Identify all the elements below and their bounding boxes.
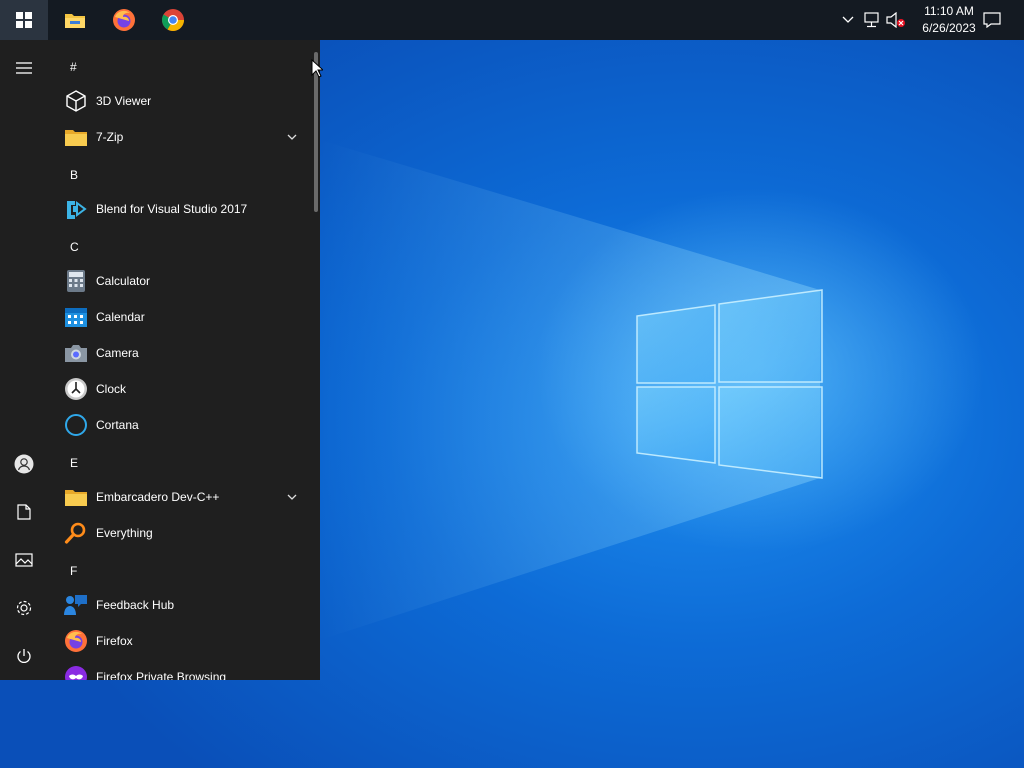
app-label: Calendar — [96, 310, 145, 324]
app-item-everything[interactable]: Everything — [56, 515, 306, 551]
calculator-icon — [64, 269, 88, 293]
pictures-button[interactable] — [0, 536, 48, 584]
chrome-icon — [162, 9, 184, 31]
account-button[interactable] — [0, 440, 48, 488]
app-item-blend[interactable]: Blend for Visual Studio 2017 — [56, 191, 306, 227]
app-label: Calculator — [96, 274, 151, 288]
pictures-icon — [15, 553, 33, 567]
folder-icon — [64, 125, 88, 149]
documents-icon — [17, 504, 31, 520]
app-label: 7-Zip — [96, 130, 124, 144]
volume-muted-icon — [886, 12, 905, 28]
settings-button[interactable] — [0, 584, 48, 632]
power-icon — [17, 649, 31, 663]
app-item-3d-viewer[interactable]: 3D Viewer — [56, 83, 306, 119]
feedback-icon — [64, 593, 88, 617]
taskbar-clock[interactable]: 11:10 AM 6/26/2023 — [904, 3, 994, 37]
network-button[interactable] — [862, 10, 882, 30]
power-button[interactable] — [0, 632, 48, 680]
app-label: Camera — [96, 346, 139, 360]
app-item-firefox-private-browsing[interactable]: Firefox Private Browsing — [56, 659, 306, 680]
app-label: Everything — [96, 526, 153, 540]
cube-icon — [64, 89, 88, 113]
volume-button[interactable] — [886, 10, 906, 30]
group-header-c[interactable]: C — [70, 240, 79, 254]
user-icon — [14, 454, 34, 474]
firefox-private-icon — [64, 665, 88, 680]
group-header-e[interactable]: E — [70, 456, 78, 470]
clock-icon — [64, 377, 88, 401]
chevron-down-icon — [842, 16, 854, 23]
start-button[interactable] — [0, 0, 48, 40]
firefox-icon — [64, 629, 88, 653]
folder-icon — [65, 14, 85, 28]
group-header-hash[interactable]: # — [70, 60, 77, 74]
chevron-down-icon — [287, 494, 297, 500]
mouse-cursor-icon — [311, 59, 323, 78]
folder-icon — [64, 485, 88, 509]
app-item-cortana[interactable]: Cortana — [56, 407, 306, 443]
app-label: Blend for Visual Studio 2017 — [96, 202, 248, 216]
network-icon — [864, 12, 879, 28]
documents-button[interactable] — [0, 488, 48, 536]
blend-icon — [64, 197, 88, 221]
expand-menu-button[interactable] — [0, 44, 48, 92]
app-item-embarcadero-dev-cpp[interactable]: Embarcadero Dev-C++ — [56, 479, 306, 515]
app-item-7-zip[interactable]: 7-Zip — [56, 119, 306, 155]
clock-time: 11:10 AM — [924, 4, 974, 18]
app-item-firefox[interactable]: Firefox — [56, 623, 306, 659]
start-menu-rail — [0, 40, 48, 680]
group-header-f[interactable]: F — [70, 564, 77, 578]
app-list: # 3D Viewer 7-Zip B Blend for Visual Stu… — [56, 40, 310, 680]
app-item-clock[interactable]: Clock — [56, 371, 306, 407]
app-label: Firefox — [96, 634, 133, 648]
calendar-icon — [64, 305, 88, 329]
windows-logo-icon — [16, 12, 32, 28]
group-header-b[interactable]: B — [70, 168, 78, 182]
app-item-calculator[interactable]: Calculator — [56, 263, 306, 299]
camera-icon — [64, 341, 88, 365]
start-menu: # 3D Viewer 7-Zip B Blend for Visual Stu… — [0, 40, 320, 680]
action-center-button[interactable] — [982, 10, 1002, 30]
magnifier-icon — [64, 521, 88, 545]
app-label: 3D Viewer — [96, 94, 152, 108]
taskbar-chrome[interactable] — [149, 0, 197, 40]
taskbar-file-explorer[interactable] — [51, 0, 99, 40]
clock-date: 6/26/2023 — [922, 21, 976, 35]
show-hidden-icons-button[interactable] — [838, 10, 858, 30]
taskbar-firefox[interactable] — [100, 0, 148, 40]
app-label: Clock — [96, 382, 127, 396]
notification-icon — [983, 12, 1001, 28]
app-item-feedback-hub[interactable]: Feedback Hub — [56, 587, 306, 623]
app-item-camera[interactable]: Camera — [56, 335, 306, 371]
firefox-icon — [113, 9, 135, 31]
app-label: Embarcadero Dev-C++ — [96, 490, 220, 504]
chevron-down-icon — [287, 134, 297, 140]
app-label: Firefox Private Browsing — [96, 670, 227, 680]
settings-icon — [16, 600, 32, 616]
app-item-calendar[interactable]: Calendar — [56, 299, 306, 335]
app-label: Feedback Hub — [96, 598, 175, 612]
app-label: Cortana — [96, 418, 139, 432]
taskbar: 11:10 AM 6/26/2023 — [0, 0, 1024, 40]
hamburger-icon — [16, 62, 32, 74]
cortana-icon — [64, 413, 88, 437]
